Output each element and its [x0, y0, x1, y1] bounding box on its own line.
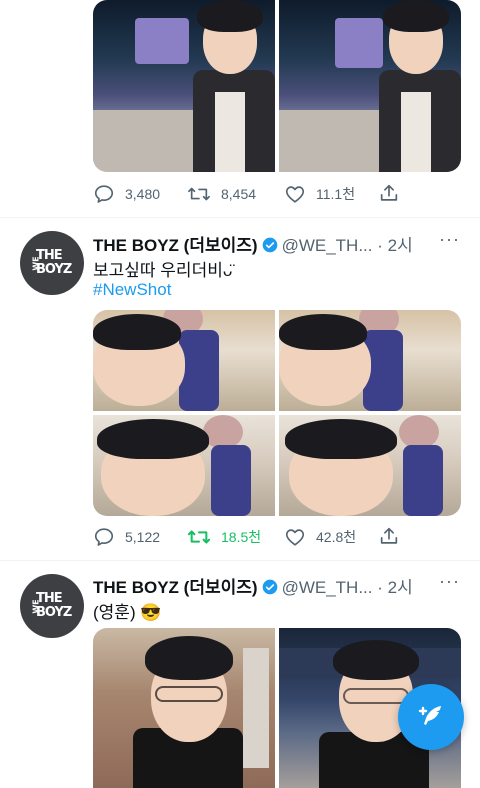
verified-icon — [262, 237, 278, 253]
retweet-count: 18.5천 — [221, 529, 262, 545]
tweet-text: 보고싶따 우리더비ᴗ̈ — [93, 261, 233, 280]
tweet-2-photo-3[interactable] — [93, 415, 275, 516]
compose-tweet-button[interactable] — [398, 684, 464, 750]
divider — [0, 217, 480, 218]
reply-count: 3,480 — [125, 186, 161, 202]
reply-icon — [93, 183, 115, 205]
display-name[interactable]: THE BOYZ (더보이즈) — [93, 578, 258, 597]
avatar[interactable]: WE THE BOYZ — [20, 231, 84, 295]
share-icon — [378, 182, 400, 204]
tweet-2-media[interactable] — [93, 310, 461, 516]
share-button[interactable] — [378, 525, 400, 547]
display-name[interactable]: THE BOYZ (더보이즈) — [93, 236, 258, 255]
tweet-2-photo-4[interactable] — [279, 415, 461, 516]
retweet-icon — [187, 183, 211, 205]
tweet-header: THE BOYZ (더보이즈) @WE_TH... · 2시 — [93, 231, 413, 256]
compose-icon — [415, 701, 447, 738]
user-handle[interactable]: @WE_TH... — [282, 236, 373, 255]
like-count: 11.1천 — [316, 186, 356, 202]
tweet-text: (영훈) 😎 — [93, 603, 162, 622]
share-icon — [378, 525, 400, 547]
avatar[interactable]: WE THE BOYZ — [20, 574, 84, 638]
more-options-button[interactable]: ··· — [439, 229, 460, 250]
avatar-text: THE BOYZ — [36, 248, 72, 277]
reply-button[interactable]: 5,122 — [93, 526, 160, 548]
tweet-2-photo-2[interactable] — [279, 310, 461, 411]
retweet-button[interactable]: 18.5천 — [187, 526, 261, 548]
tweet-1-media[interactable] — [93, 0, 461, 172]
reply-count: 5,122 — [125, 529, 161, 545]
retweet-button[interactable]: 8,454 — [187, 183, 256, 205]
divider — [0, 560, 480, 561]
verified-icon — [262, 579, 278, 595]
like-button[interactable]: 11.1천 — [284, 183, 355, 205]
reply-button[interactable]: 3,480 — [93, 183, 160, 205]
like-count: 42.8천 — [316, 529, 357, 545]
like-button[interactable]: 42.8천 — [284, 526, 356, 548]
share-button[interactable] — [378, 182, 400, 204]
tweet-time[interactable]: · 2시 — [377, 236, 412, 255]
like-icon — [284, 183, 306, 205]
retweet-icon — [187, 526, 211, 548]
tweet-1-photo-2[interactable] — [279, 0, 461, 172]
tweet-time[interactable]: · 2시 — [377, 578, 412, 597]
avatar-text: THE BOYZ — [36, 591, 72, 620]
retweet-count: 8,454 — [221, 186, 257, 202]
more-options-button[interactable]: ··· — [439, 571, 460, 592]
hashtag-link[interactable]: #NewShot — [93, 280, 171, 300]
tweet-3-photo-1[interactable] — [93, 628, 275, 788]
tweet-header: THE BOYZ (더보이즈) @WE_TH... · 2시 — [93, 573, 413, 598]
reply-icon — [93, 526, 115, 548]
tweet-2-photo-1[interactable] — [93, 310, 275, 411]
user-handle[interactable]: @WE_TH... — [282, 578, 373, 597]
like-icon — [284, 526, 306, 548]
tweet-1-photo-1[interactable] — [93, 0, 275, 172]
